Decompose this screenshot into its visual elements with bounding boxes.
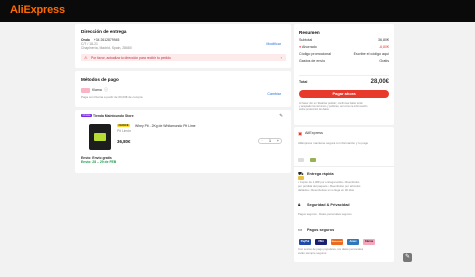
pay-now-button[interactable]: Pagar ahora xyxy=(299,90,389,98)
subtotal-row: Subtotal 36,80€ xyxy=(299,38,389,42)
savings-value: -8,80€ xyxy=(378,45,389,49)
lock-icon: 🔒︎ xyxy=(298,202,301,207)
info-icon[interactable]: ⓘ xyxy=(104,87,108,93)
payment-card: Métodos de pago Klarna ⓘ Paga con Klarna… xyxy=(75,71,291,107)
fast-line-3: dañados • Reembolsos si no llega en 30 d… xyxy=(298,188,355,192)
product-title[interactable]: Whey Pit - 2Kg de Whitamundo Pit Lime xyxy=(135,124,196,128)
card-icon: ▭ xyxy=(298,227,303,232)
quantity-stepper[interactable]: − 1 + xyxy=(258,138,282,144)
subtotal-value: 36,80€ xyxy=(378,38,389,42)
promo-label: Código promocional xyxy=(299,52,331,56)
total-value: 28,00€ xyxy=(370,79,389,85)
mastercard-icon: Mastercard xyxy=(331,239,343,245)
pay-note-2: están siempre seguros. xyxy=(298,251,328,255)
product-image[interactable] xyxy=(89,124,111,150)
address-title: Dirección de entrega xyxy=(81,29,127,34)
subtotal-label: Subtotal xyxy=(299,38,313,42)
shipping-value: Gratis xyxy=(379,59,389,63)
savings-dot-icon: ● xyxy=(299,45,302,49)
modify-address-link[interactable]: Modificar xyxy=(266,42,281,46)
top-bar: AliExpress xyxy=(0,0,475,22)
quantity-value[interactable]: 1 xyxy=(269,139,271,144)
total-row: Total 28,00€ xyxy=(299,79,389,85)
klarna-logo-icon xyxy=(81,88,90,93)
trust-brand: AliExpress xyxy=(305,131,323,135)
summary-title: Resumen xyxy=(299,30,320,35)
trust-divider-1 xyxy=(294,166,394,167)
trust-badges xyxy=(298,149,328,180)
summary-divider xyxy=(299,75,389,76)
amex-icon: Amex xyxy=(347,239,359,245)
payment-title: Métodos de pago xyxy=(81,77,119,82)
choice-badge: Choice xyxy=(81,114,93,117)
edit-icon[interactable]: ✎ xyxy=(279,113,283,119)
savings-label: Ahorrado xyxy=(301,45,317,49)
store-name[interactable]: Tienda Maintoundo Store xyxy=(93,114,134,118)
privacy-title[interactable]: Seguridad & Privacidad xyxy=(307,203,350,207)
paypal-icon: PayPal xyxy=(299,239,311,245)
product-price: 36,80€ xyxy=(117,139,131,144)
fast-delivery-title[interactable]: Entrega rápida xyxy=(307,172,334,176)
truck-icon: ⛟ xyxy=(298,171,304,176)
store-card: Choice Tienda Maintoundo Store ✎ CHOICE … xyxy=(75,110,291,173)
shipping-row: Gastos de envío Gratis xyxy=(299,59,389,63)
address-line-2: Chapinería, Madrid, Spain, 28680 xyxy=(81,46,132,50)
change-payment-link[interactable]: Cambiar xyxy=(267,92,281,96)
shield-icon: ▣ xyxy=(298,131,303,136)
floating-edit-icon[interactable]: ✎ xyxy=(403,253,412,262)
delivery-date: Envío: 28 – 29 de FEB xyxy=(81,160,117,164)
secure-payments-title: Pagos seguros xyxy=(307,228,335,232)
shipping-label: Gastos de envío xyxy=(299,59,326,63)
savings-row: ● Ahorrado -8,80€ xyxy=(299,45,389,49)
privacy-line: Pagos seguros · Datos personales seguros xyxy=(298,212,352,216)
summary-card: Resumen Subtotal 36,80€ ● Ahorrado -8,80… xyxy=(294,24,394,125)
visa-icon: VISA xyxy=(315,239,327,245)
address-card: Dirección de entrega Ondo +34 2612879945… xyxy=(75,24,291,68)
payment-note: Paga con Klarna a partir de 60,00€ de co… xyxy=(81,95,143,99)
payment-method: Klarna xyxy=(92,88,102,92)
promo-input[interactable]: Escribe el código aquí xyxy=(354,52,389,56)
total-label: Total xyxy=(299,80,308,84)
klarna-icon: Klarna xyxy=(363,239,375,245)
aliexpress-logo[interactable]: AliExpress xyxy=(10,4,65,16)
product-variant: Pit Limón xyxy=(117,129,132,133)
warning-text: Por favor, actualiza tu dirección para r… xyxy=(91,55,171,60)
promo-row[interactable]: Código promocional Escribe el código aqu… xyxy=(299,52,389,56)
decrease-button[interactable]: − xyxy=(261,139,263,144)
address-warning: ⚠ Por favor, actualiza tu dirección para… xyxy=(81,54,286,61)
legal-line-3: sobre protección de datos. xyxy=(299,108,330,111)
warning-icon: ⚠ xyxy=(84,55,88,60)
chevron-right-icon[interactable]: › xyxy=(281,55,282,60)
product-choice-tag: CHOICE xyxy=(117,124,131,127)
increase-button[interactable]: + xyxy=(277,139,279,144)
trust-tagline: AliExpress mantiene segura tu informació… xyxy=(298,141,369,145)
